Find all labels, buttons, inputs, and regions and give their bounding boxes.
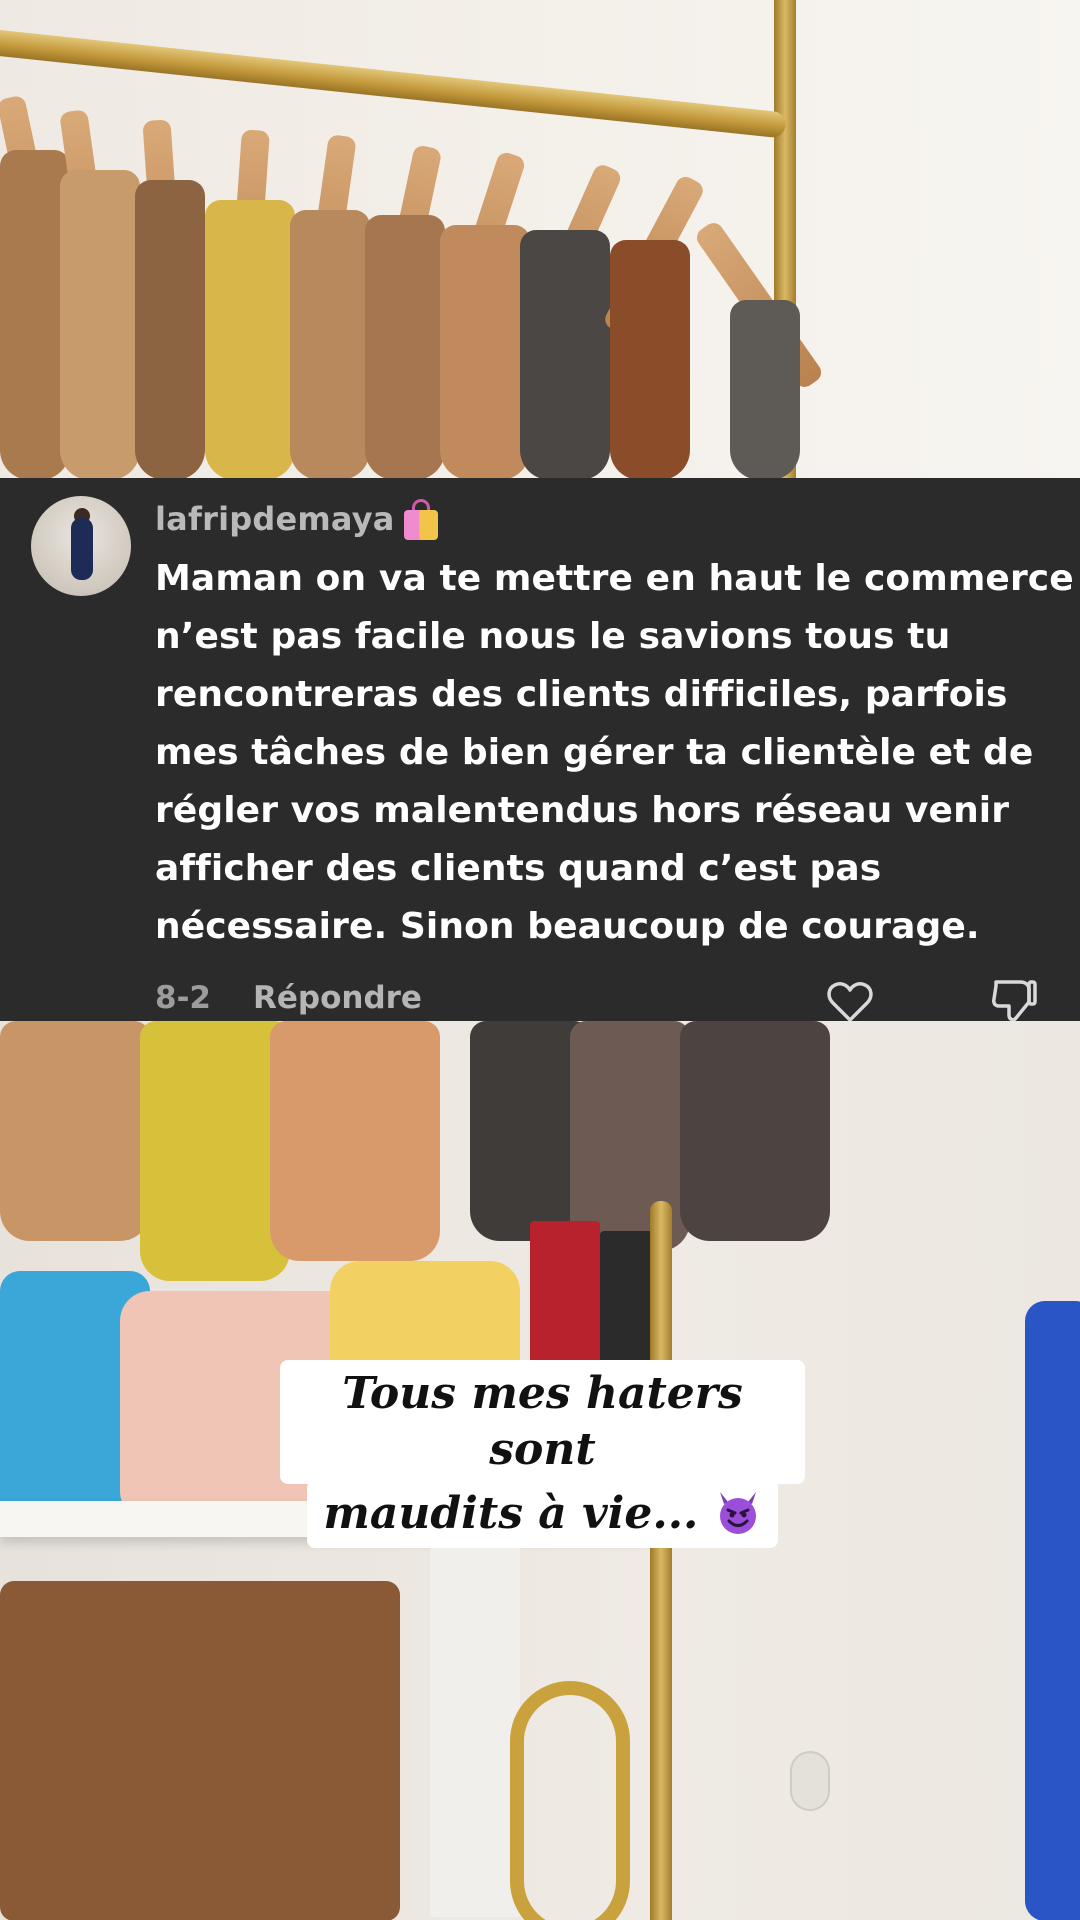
- reply-button[interactable]: Répondre: [253, 980, 422, 1016]
- caption-sticker: Tous mes haters sont maudits à vie...: [280, 1360, 805, 1548]
- username-label: lafripdemaya: [155, 500, 395, 538]
- garment: [0, 1021, 150, 1241]
- clothing-rail: [0, 28, 787, 139]
- comment-date: 8-2: [155, 980, 212, 1016]
- comment-line: afficher des clients quand c’est pas: [155, 848, 882, 889]
- garment: [60, 170, 140, 478]
- avatar[interactable]: [31, 496, 131, 596]
- background-photo-top: [0, 0, 1080, 478]
- garment: [680, 1021, 830, 1241]
- garment: [135, 180, 205, 478]
- garment: [570, 1021, 690, 1251]
- caption-line-2-text: maudits à vie...: [323, 1488, 699, 1539]
- comment-line: n’est pas facile nous le savions tous tu: [155, 616, 951, 657]
- comment-body: Maman on va te mettre en haut le commerc…: [155, 550, 1074, 956]
- comment-line: mes tâches de bien gérer ta clientèle et…: [155, 732, 1034, 773]
- comment-line: nécessaire. Sinon beaucoup de courage.: [155, 906, 980, 947]
- avatar-figure: [71, 518, 93, 580]
- garment: [1025, 1301, 1080, 1920]
- garment: [610, 240, 690, 478]
- garment: [520, 230, 610, 478]
- garment: [140, 1021, 290, 1281]
- garment: [270, 1021, 440, 1261]
- rack-wheel: [510, 1681, 630, 1920]
- garment: [440, 225, 530, 478]
- smiling-devil-icon: [719, 1492, 756, 1534]
- garment: [205, 200, 295, 478]
- comment-line: Maman on va te mettre en haut le commerc…: [155, 558, 1074, 599]
- comment-line: régler vos malentendus hors réseau venir: [155, 790, 1010, 831]
- thumbs-down-icon[interactable]: [990, 978, 1038, 1024]
- folded-garment: [0, 1581, 400, 1920]
- garment: [290, 210, 370, 478]
- shelf-support: [430, 1537, 520, 1917]
- rack-pole: [650, 1201, 672, 1920]
- shopping-bags-icon: [401, 498, 441, 540]
- comment-username[interactable]: lafripdemaya: [155, 498, 441, 540]
- caption-line-1: Tous mes haters sont: [280, 1360, 805, 1484]
- garment: [730, 300, 800, 478]
- caption-line-2: maudits à vie...: [307, 1480, 778, 1548]
- heart-icon[interactable]: [826, 980, 874, 1024]
- garment: [365, 215, 445, 478]
- comment-line: rencontreras des clients difficiles, par…: [155, 674, 1008, 715]
- wall-outlet: [790, 1751, 830, 1811]
